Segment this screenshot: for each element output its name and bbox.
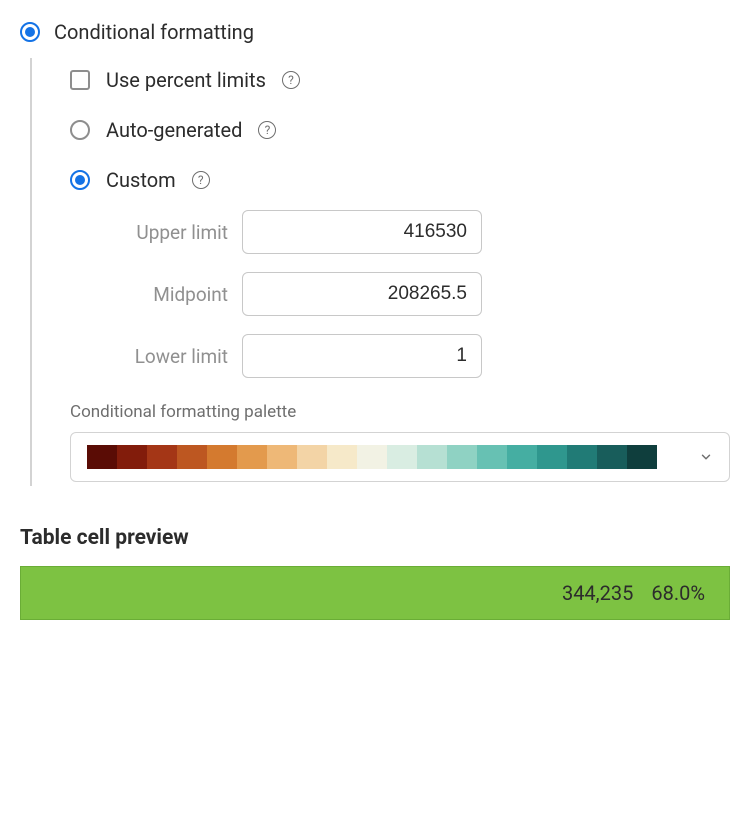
palette-select[interactable] bbox=[70, 432, 730, 482]
help-icon[interactable] bbox=[192, 171, 210, 189]
palette-color bbox=[627, 445, 657, 469]
palette-color bbox=[597, 445, 627, 469]
preview-percent: 68.0% bbox=[651, 581, 705, 605]
preview-title: Table cell preview bbox=[20, 526, 730, 550]
palette-color bbox=[537, 445, 567, 469]
midpoint-label: Midpoint bbox=[108, 283, 228, 306]
palette-color bbox=[117, 445, 147, 469]
chevron-down-icon bbox=[699, 450, 713, 464]
upper-limit-label: Upper limit bbox=[108, 221, 228, 244]
palette-color bbox=[87, 445, 117, 469]
auto-generated-label: Auto-generated bbox=[106, 118, 242, 142]
palette-swatches bbox=[87, 445, 657, 469]
auto-generated-radio[interactable] bbox=[70, 120, 90, 140]
palette-color bbox=[387, 445, 417, 469]
conditional-formatting-options: Use percent limits Auto-generated Custom… bbox=[30, 58, 730, 486]
palette-color bbox=[267, 445, 297, 469]
palette-color bbox=[207, 445, 237, 469]
help-icon[interactable] bbox=[282, 71, 300, 89]
use-percent-limits-label: Use percent limits bbox=[106, 68, 266, 92]
palette-color bbox=[327, 445, 357, 469]
custom-limits-group: Upper limit Midpoint Lower limit bbox=[108, 210, 730, 378]
palette-color bbox=[507, 445, 537, 469]
radio-dot-icon bbox=[25, 27, 35, 37]
palette-color bbox=[447, 445, 477, 469]
help-icon[interactable] bbox=[258, 121, 276, 139]
midpoint-input[interactable] bbox=[242, 272, 482, 316]
use-percent-limits-checkbox[interactable] bbox=[70, 70, 90, 90]
palette-color bbox=[147, 445, 177, 469]
palette-color bbox=[417, 445, 447, 469]
radio-dot-icon bbox=[75, 175, 85, 185]
upper-limit-input[interactable] bbox=[242, 210, 482, 254]
palette-color bbox=[567, 445, 597, 469]
preview-cell: 344,235 68.0% bbox=[20, 566, 730, 620]
conditional-formatting-radio[interactable] bbox=[20, 22, 40, 42]
section-title: Conditional formatting bbox=[54, 20, 254, 44]
lower-limit-input[interactable] bbox=[242, 334, 482, 378]
palette-color bbox=[357, 445, 387, 469]
palette-label: Conditional formatting palette bbox=[70, 402, 730, 422]
palette-color bbox=[237, 445, 267, 469]
lower-limit-label: Lower limit bbox=[108, 345, 228, 368]
palette-color bbox=[477, 445, 507, 469]
custom-radio[interactable] bbox=[70, 170, 90, 190]
custom-label: Custom bbox=[106, 168, 176, 192]
palette-color bbox=[297, 445, 327, 469]
palette-color bbox=[177, 445, 207, 469]
preview-value: 344,235 bbox=[562, 581, 633, 605]
